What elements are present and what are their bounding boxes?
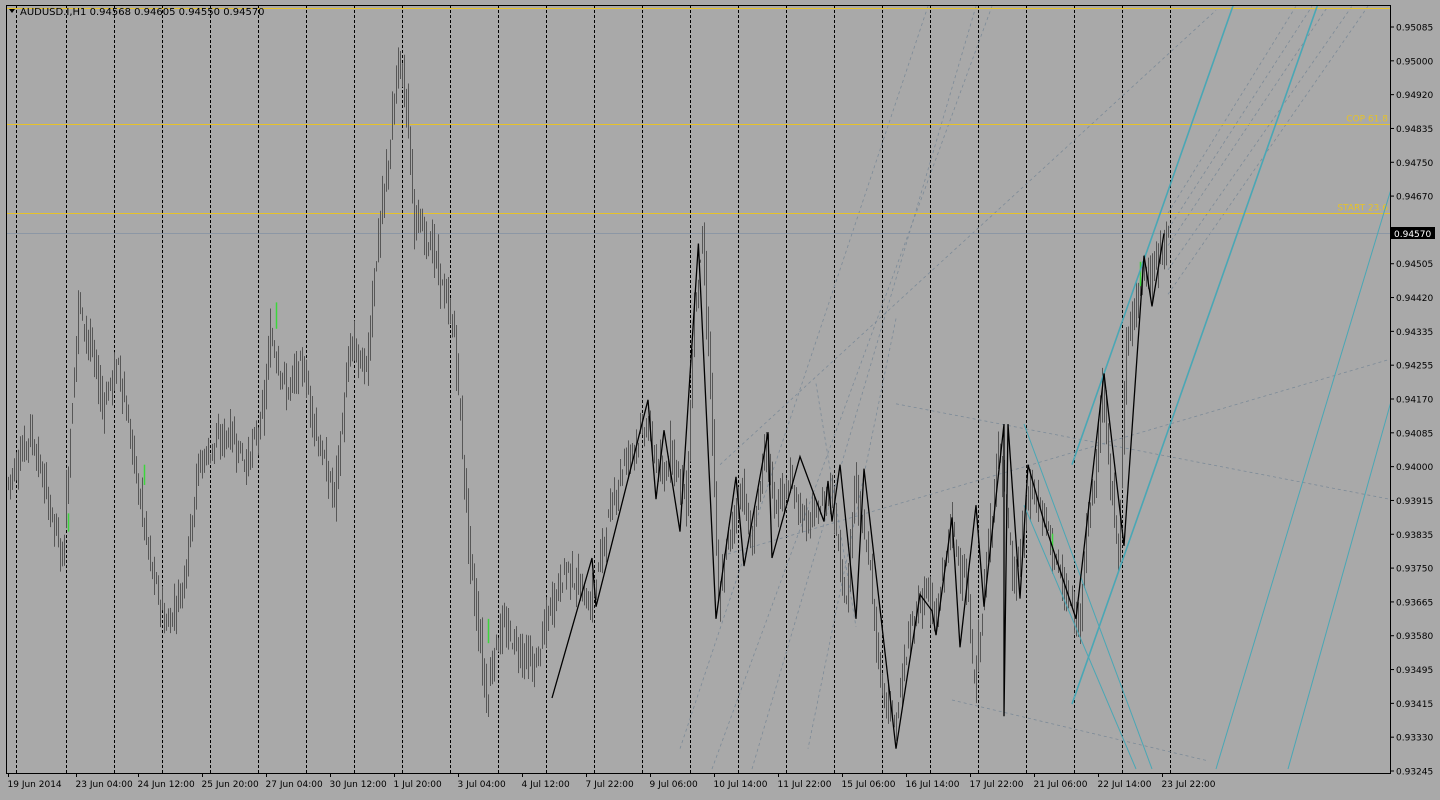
price-tick-label: 0.94335 (1396, 328, 1433, 338)
time-tick-label: 21 Jul 06:00 (1034, 780, 1088, 790)
time-tick-label: 22 Jul 14:00 (1098, 780, 1152, 790)
time-tick-label: 1 Jul 20:00 (394, 780, 443, 790)
time-tick-label: 23 Jul 22:00 (1162, 780, 1216, 790)
chart-header: AUDUSD.I,H1 0.94568 0.94605 0.94550 0.94… (9, 7, 265, 18)
time-tick-label: 24 Jun 12:00 (138, 780, 195, 790)
price-tick-label: 0.93495 (1396, 666, 1433, 676)
time-tick-label: 17 Jul 22:00 (970, 780, 1024, 790)
price-chart[interactable]: OP 100.0COP 61.8START 23.6 0.950850.9500… (0, 0, 1440, 796)
price-tick-label: 0.93750 (1396, 565, 1433, 575)
time-tick-label: 9 Jul 06:00 (650, 780, 699, 790)
price-tick-label: 0.93665 (1396, 598, 1433, 608)
time-tick-label: 25 Jun 20:00 (202, 780, 259, 790)
time-tick-label: 16 Jul 14:00 (906, 780, 960, 790)
price-tick-label: 0.93245 (1396, 768, 1433, 778)
time-tick-label: 23 Jun 04:00 (76, 780, 133, 790)
price-tick-label: 0.94000 (1396, 463, 1433, 473)
level-label: COP 61.8 (1346, 115, 1388, 125)
price-tick-label: 0.94670 (1396, 193, 1433, 203)
time-tick-label: 4 Jul 12:00 (522, 780, 571, 790)
time-tick-label: 30 Jun 12:00 (330, 780, 387, 790)
price-tick-label: 0.93415 (1396, 700, 1433, 710)
price-tick-label: 0.94835 (1396, 125, 1433, 135)
time-tick-label: 7 Jul 22:00 (586, 780, 635, 790)
current-price-tag: 0.94570 (1391, 227, 1435, 240)
price-tick-label: 0.94420 (1396, 294, 1433, 304)
symbol-info: AUDUSD.I,H1 0.94568 0.94605 0.94550 0.94… (20, 7, 265, 18)
time-tick-label: 15 Jul 06:00 (842, 780, 896, 790)
price-tick-label: 0.94505 (1396, 260, 1433, 270)
price-tick-label: 0.93915 (1396, 497, 1433, 507)
time-tick-label: 27 Jun 04:00 (266, 780, 323, 790)
price-tick-label: 0.95085 (1396, 24, 1433, 34)
time-tick-label: 3 Jul 04:00 (458, 780, 507, 790)
price-tick-label: 0.94170 (1396, 396, 1433, 406)
price-tick-label: 0.94920 (1396, 91, 1433, 101)
price-tick-label: 0.93580 (1396, 632, 1433, 642)
price-tick-label: 0.94085 (1396, 429, 1433, 439)
price-tick-label: 0.93835 (1396, 531, 1433, 541)
plot-area (0, 0, 1440, 796)
current-price-label: 0.94570 (1394, 230, 1431, 240)
time-tick-label: 11 Jul 22:00 (778, 780, 832, 790)
time-tick-label: 10 Jul 14:00 (714, 780, 768, 790)
chart-canvas[interactable]: OP 100.0COP 61.8START 23.6 0.950850.9500… (0, 0, 1440, 796)
price-tick-label: 0.94255 (1396, 362, 1433, 372)
price-tick-label: 0.95000 (1396, 57, 1433, 67)
price-tick-label: 0.94750 (1396, 159, 1433, 169)
level-label: START 23.6 (1337, 204, 1388, 214)
price-tick-label: 0.93330 (1396, 734, 1433, 744)
time-tick-label: 19 Jun 2014 (8, 780, 62, 790)
